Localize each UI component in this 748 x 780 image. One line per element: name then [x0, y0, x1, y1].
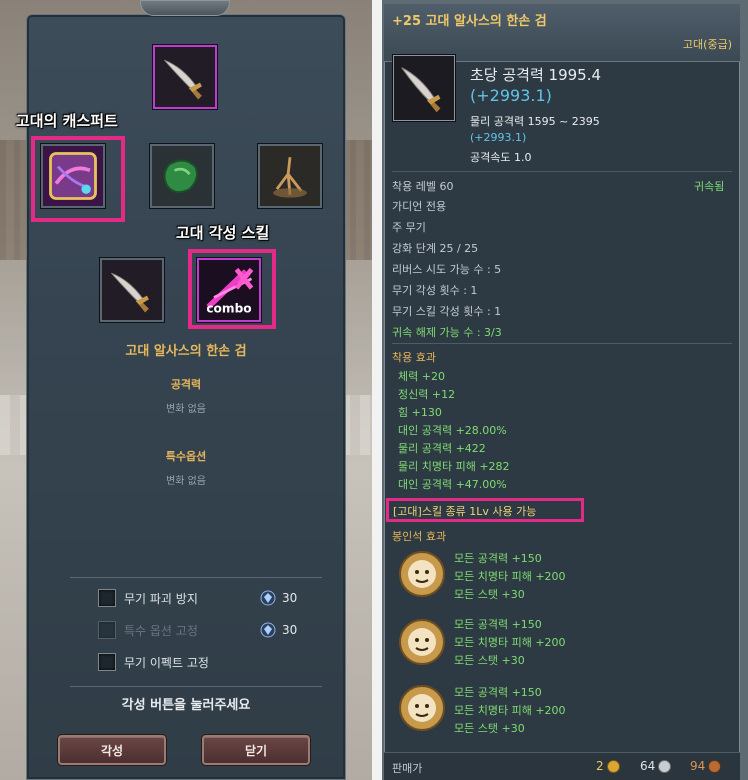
option-fix-special: 특수 옵션 고정: [98, 620, 198, 640]
combo-icon-text: combo: [206, 302, 251, 316]
equip-effect-line: 대인 공격력 +47.00%: [398, 478, 507, 491]
target-weapon-slot[interactable]: [153, 45, 217, 109]
root-essence-icon: [260, 146, 320, 206]
rune-line: 모든 공격력 +150: [454, 552, 542, 565]
reverse-count: 리버스 시도 가능 수 : 5: [392, 263, 502, 276]
equip-effect-line: 물리 치명타 피해 +282: [398, 460, 510, 473]
equip-effect-line: 정신력 +12: [398, 388, 456, 401]
material-slot-green[interactable]: [150, 144, 214, 208]
sell-price-bar: [384, 752, 740, 780]
equip-effect-title: 착용 효과: [392, 351, 436, 364]
physical-attack: 물리 공격력 1595 ~ 2395: [470, 115, 600, 128]
rune-line: 모든 치명타 피해 +200: [454, 636, 566, 649]
cost-value: 30: [282, 623, 298, 637]
bound-status: 귀속됨: [694, 180, 725, 193]
tooltip-divider: [392, 171, 732, 172]
sword-icon: [155, 47, 215, 107]
option-fix-effect[interactable]: 무기 이펙트 고정: [98, 652, 209, 672]
equip-effect-line: 물리 공격력 +422: [398, 442, 486, 455]
stat-value-special: 변화 없음: [166, 476, 206, 487]
option-label: 무기 이펙트 고정: [124, 655, 209, 670]
rune-line: 모든 스탯 +30: [454, 722, 525, 735]
rune-line: 모든 공격력 +150: [454, 618, 542, 631]
prevent-destroy-checkbox[interactable]: [98, 589, 116, 607]
price-copper: 94: [690, 759, 722, 773]
combo-skill-icon: combo: [199, 260, 259, 320]
result-weapon-slot[interactable]: [100, 258, 164, 322]
rune-line: 모든 스탯 +30: [454, 654, 525, 667]
options-divider: [70, 577, 322, 578]
gem-icon: [260, 590, 276, 606]
tooltip-grade: 고대(중급): [682, 38, 732, 51]
result-item-name: 고대 알사스의 한손 검: [125, 344, 247, 359]
caption-awakening-skill: 고대 각성 스킬: [176, 224, 270, 242]
panel-crown-ornament: [140, 0, 230, 16]
capsule-icon: [43, 146, 103, 206]
attack-speed: 공격속도 1.0: [470, 151, 532, 164]
option-prevent-destroy[interactable]: 무기 파괴 방지: [98, 588, 198, 608]
awaken-button[interactable]: 각성: [58, 735, 166, 765]
stat-value-attack: 변화 없음: [166, 404, 206, 415]
option-label: 특수 옵션 고정: [124, 623, 198, 638]
fix-effect-checkbox[interactable]: [98, 653, 116, 671]
weapon-awaken-count: 무기 각성 횟수 : 1: [392, 284, 478, 297]
dps-value: 초당 공격력 1995.4: [470, 66, 602, 84]
rune-line: 모든 공격력 +150: [454, 686, 542, 699]
copper-coin-icon: [708, 759, 722, 773]
awakening-skill-slot[interactable]: combo: [197, 258, 261, 322]
skill-awaken-count: 무기 스킬 각성 횟수 : 1: [392, 305, 502, 318]
required-level: 착용 레벨 60: [392, 180, 454, 193]
price-gold: 2: [596, 759, 620, 773]
gem-icon: [260, 622, 276, 638]
tooltip-item-icon: [393, 55, 455, 121]
seal-stone-icon: [398, 682, 446, 734]
rune-line: 모든 치명타 피해 +200: [454, 570, 566, 583]
silver-amount: 64: [640, 759, 656, 773]
sell-label: 판매가: [392, 762, 423, 775]
equip-slot: 주 무기: [392, 221, 426, 234]
gold-amount: 2: [596, 759, 604, 773]
rune-line: 모든 치명타 피해 +200: [454, 704, 566, 717]
material-slot-root[interactable]: [258, 144, 322, 208]
fix-special-cost: 30: [260, 620, 297, 640]
silver-coin-icon: [658, 759, 672, 773]
ancient-capsule-slot[interactable]: [41, 144, 105, 208]
tooltip-item-title: +25 고대 알사스의 한손 검: [392, 14, 547, 29]
sword-icon: [394, 56, 454, 120]
copper-amount: 94: [690, 759, 706, 773]
seal-stone-icon: [398, 616, 446, 668]
class-restriction: 가디언 전용: [392, 200, 447, 213]
unbind-count: 귀속 해제 가능 수 : 3/3: [392, 326, 502, 339]
green-stone-icon: [152, 146, 212, 206]
guide-divider: [70, 686, 322, 687]
caption-ancient-capsule: 고대의 캐스퍼트: [16, 112, 118, 130]
image-separator: [372, 0, 382, 780]
cost-value: 30: [282, 591, 298, 605]
dps-bonus: (+2993.1): [470, 86, 552, 105]
option-label: 무기 파괴 방지: [124, 591, 198, 606]
seal-stone-icon: [398, 548, 446, 600]
sword-icon: [102, 260, 162, 320]
guide-text: 각성 버튼을 눌러주세요: [121, 698, 251, 713]
equip-effect-line: 체력 +20: [398, 370, 445, 383]
enhance-level: 강화 단계 25 / 25: [392, 242, 479, 255]
equip-effect-line: 힘 +130: [398, 406, 442, 419]
tooltip-divider: [392, 343, 732, 344]
gold-coin-icon: [606, 759, 620, 773]
equip-effect-line: 대인 공격력 +28.00%: [398, 424, 507, 437]
close-button[interactable]: 닫기: [202, 735, 310, 765]
prevent-destroy-cost: 30: [260, 588, 297, 608]
skill-usable-notice: [고대]스킬 종류 1Lv 사용 가능: [393, 505, 537, 518]
price-silver: 64: [640, 759, 672, 773]
rune-line: 모든 스탯 +30: [454, 588, 525, 601]
fix-special-checkbox: [98, 621, 116, 639]
stat-heading-special: 특수옵션: [165, 450, 207, 463]
physical-attack-bonus: (+2993.1): [470, 131, 527, 144]
stat-heading-attack: 공격력: [170, 378, 202, 391]
rune-effect-title: 봉인석 효과: [392, 530, 447, 543]
